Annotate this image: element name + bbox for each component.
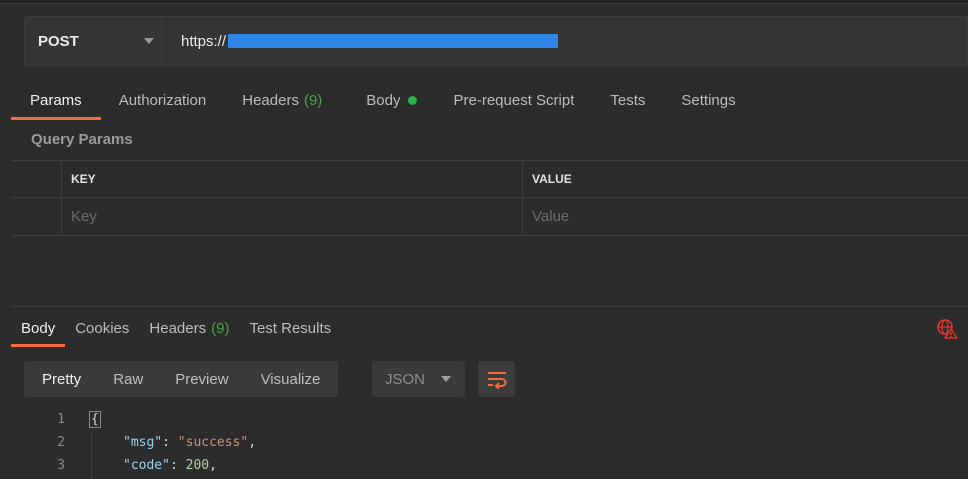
url-input[interactable]: https:// [166, 16, 968, 66]
top-border [0, 0, 968, 4]
table-header-row: KEY VALUE [11, 160, 968, 198]
line-number: 1 [57, 412, 65, 427]
format-pretty[interactable]: Pretty [26, 361, 97, 397]
format-preview[interactable]: Preview [159, 361, 244, 397]
headers-count: (9) [303, 91, 323, 109]
table-row: Key Value [11, 198, 968, 236]
tab-headers[interactable]: Headers (9) [224, 80, 340, 120]
tab-params[interactable]: Params [11, 80, 101, 120]
line-number: 2 [57, 435, 65, 450]
response-tab-body[interactable]: Body [11, 309, 66, 347]
json-key: "code" [123, 458, 170, 473]
method-label: POST [38, 32, 79, 50]
json-key: "msg" [123, 435, 163, 450]
method-select[interactable]: POST [24, 16, 166, 66]
code-line: 1 { [11, 408, 968, 431]
dot-icon [407, 95, 417, 105]
response-headers-count: (9) [211, 319, 230, 337]
chevron-down-icon [144, 38, 154, 44]
url-prefix: https:// [181, 32, 227, 50]
json-string-value: "success" [177, 435, 249, 450]
line-number: 3 [57, 458, 65, 473]
tab-body[interactable]: Body [340, 80, 434, 120]
wrap-lines-button[interactable] [478, 361, 515, 397]
chevron-down-icon [441, 376, 451, 382]
response-tab-test-results[interactable]: Test Results [239, 309, 341, 347]
tab-pre-request-script[interactable]: Pre-request Script [435, 80, 593, 120]
format-toggle-group: Pretty Raw Preview Visualize [24, 361, 339, 397]
code-line: 2 "msg": "success", [11, 431, 968, 454]
tab-settings[interactable]: Settings [663, 80, 753, 120]
response-tab-headers[interactable]: Headers (9) [139, 309, 239, 347]
query-params-table: KEY VALUE Key Value [11, 160, 968, 236]
pane-divider[interactable] [11, 306, 968, 307]
format-raw[interactable]: Raw [97, 361, 159, 397]
row-checkbox-cell[interactable] [11, 198, 62, 235]
json-number-value: 200 [185, 458, 210, 473]
tab-authorization[interactable]: Authorization [101, 80, 225, 120]
tab-tests[interactable]: Tests [592, 80, 663, 120]
value-column-header: VALUE [532, 172, 572, 186]
value-placeholder: Value [532, 208, 570, 225]
key-column-header: KEY [62, 161, 523, 197]
language-select[interactable]: JSON [372, 361, 465, 397]
response-tab-cookies[interactable]: Cookies [65, 309, 139, 347]
url-redaction [228, 34, 559, 48]
globe-warning-icon[interactable] [936, 317, 958, 339]
value-input[interactable]: Value [523, 198, 968, 235]
response-body-editor[interactable]: 1 { 2 "msg": "success", 3 "code": 200, [11, 408, 968, 477]
open-brace: { [89, 411, 101, 428]
query-params-title: Query Params [31, 131, 133, 148]
wrap-lines-icon [487, 372, 506, 389]
response-tabs: Body Cookies Headers (9) Test Results [11, 309, 341, 347]
checkbox-column-header [11, 161, 62, 197]
format-visualize[interactable]: Visualize [245, 361, 337, 397]
key-input[interactable]: Key [62, 198, 523, 235]
key-placeholder: Key [71, 208, 97, 225]
request-tabs: Params Authorization Headers (9) Body Pr… [11, 80, 754, 120]
postman-window: POST https:// Params Authorization Heade… [0, 0, 968, 479]
url-bar: POST https:// [24, 16, 968, 66]
code-line: 3 "code": 200, [11, 454, 968, 477]
language-label: JSON [385, 370, 426, 388]
